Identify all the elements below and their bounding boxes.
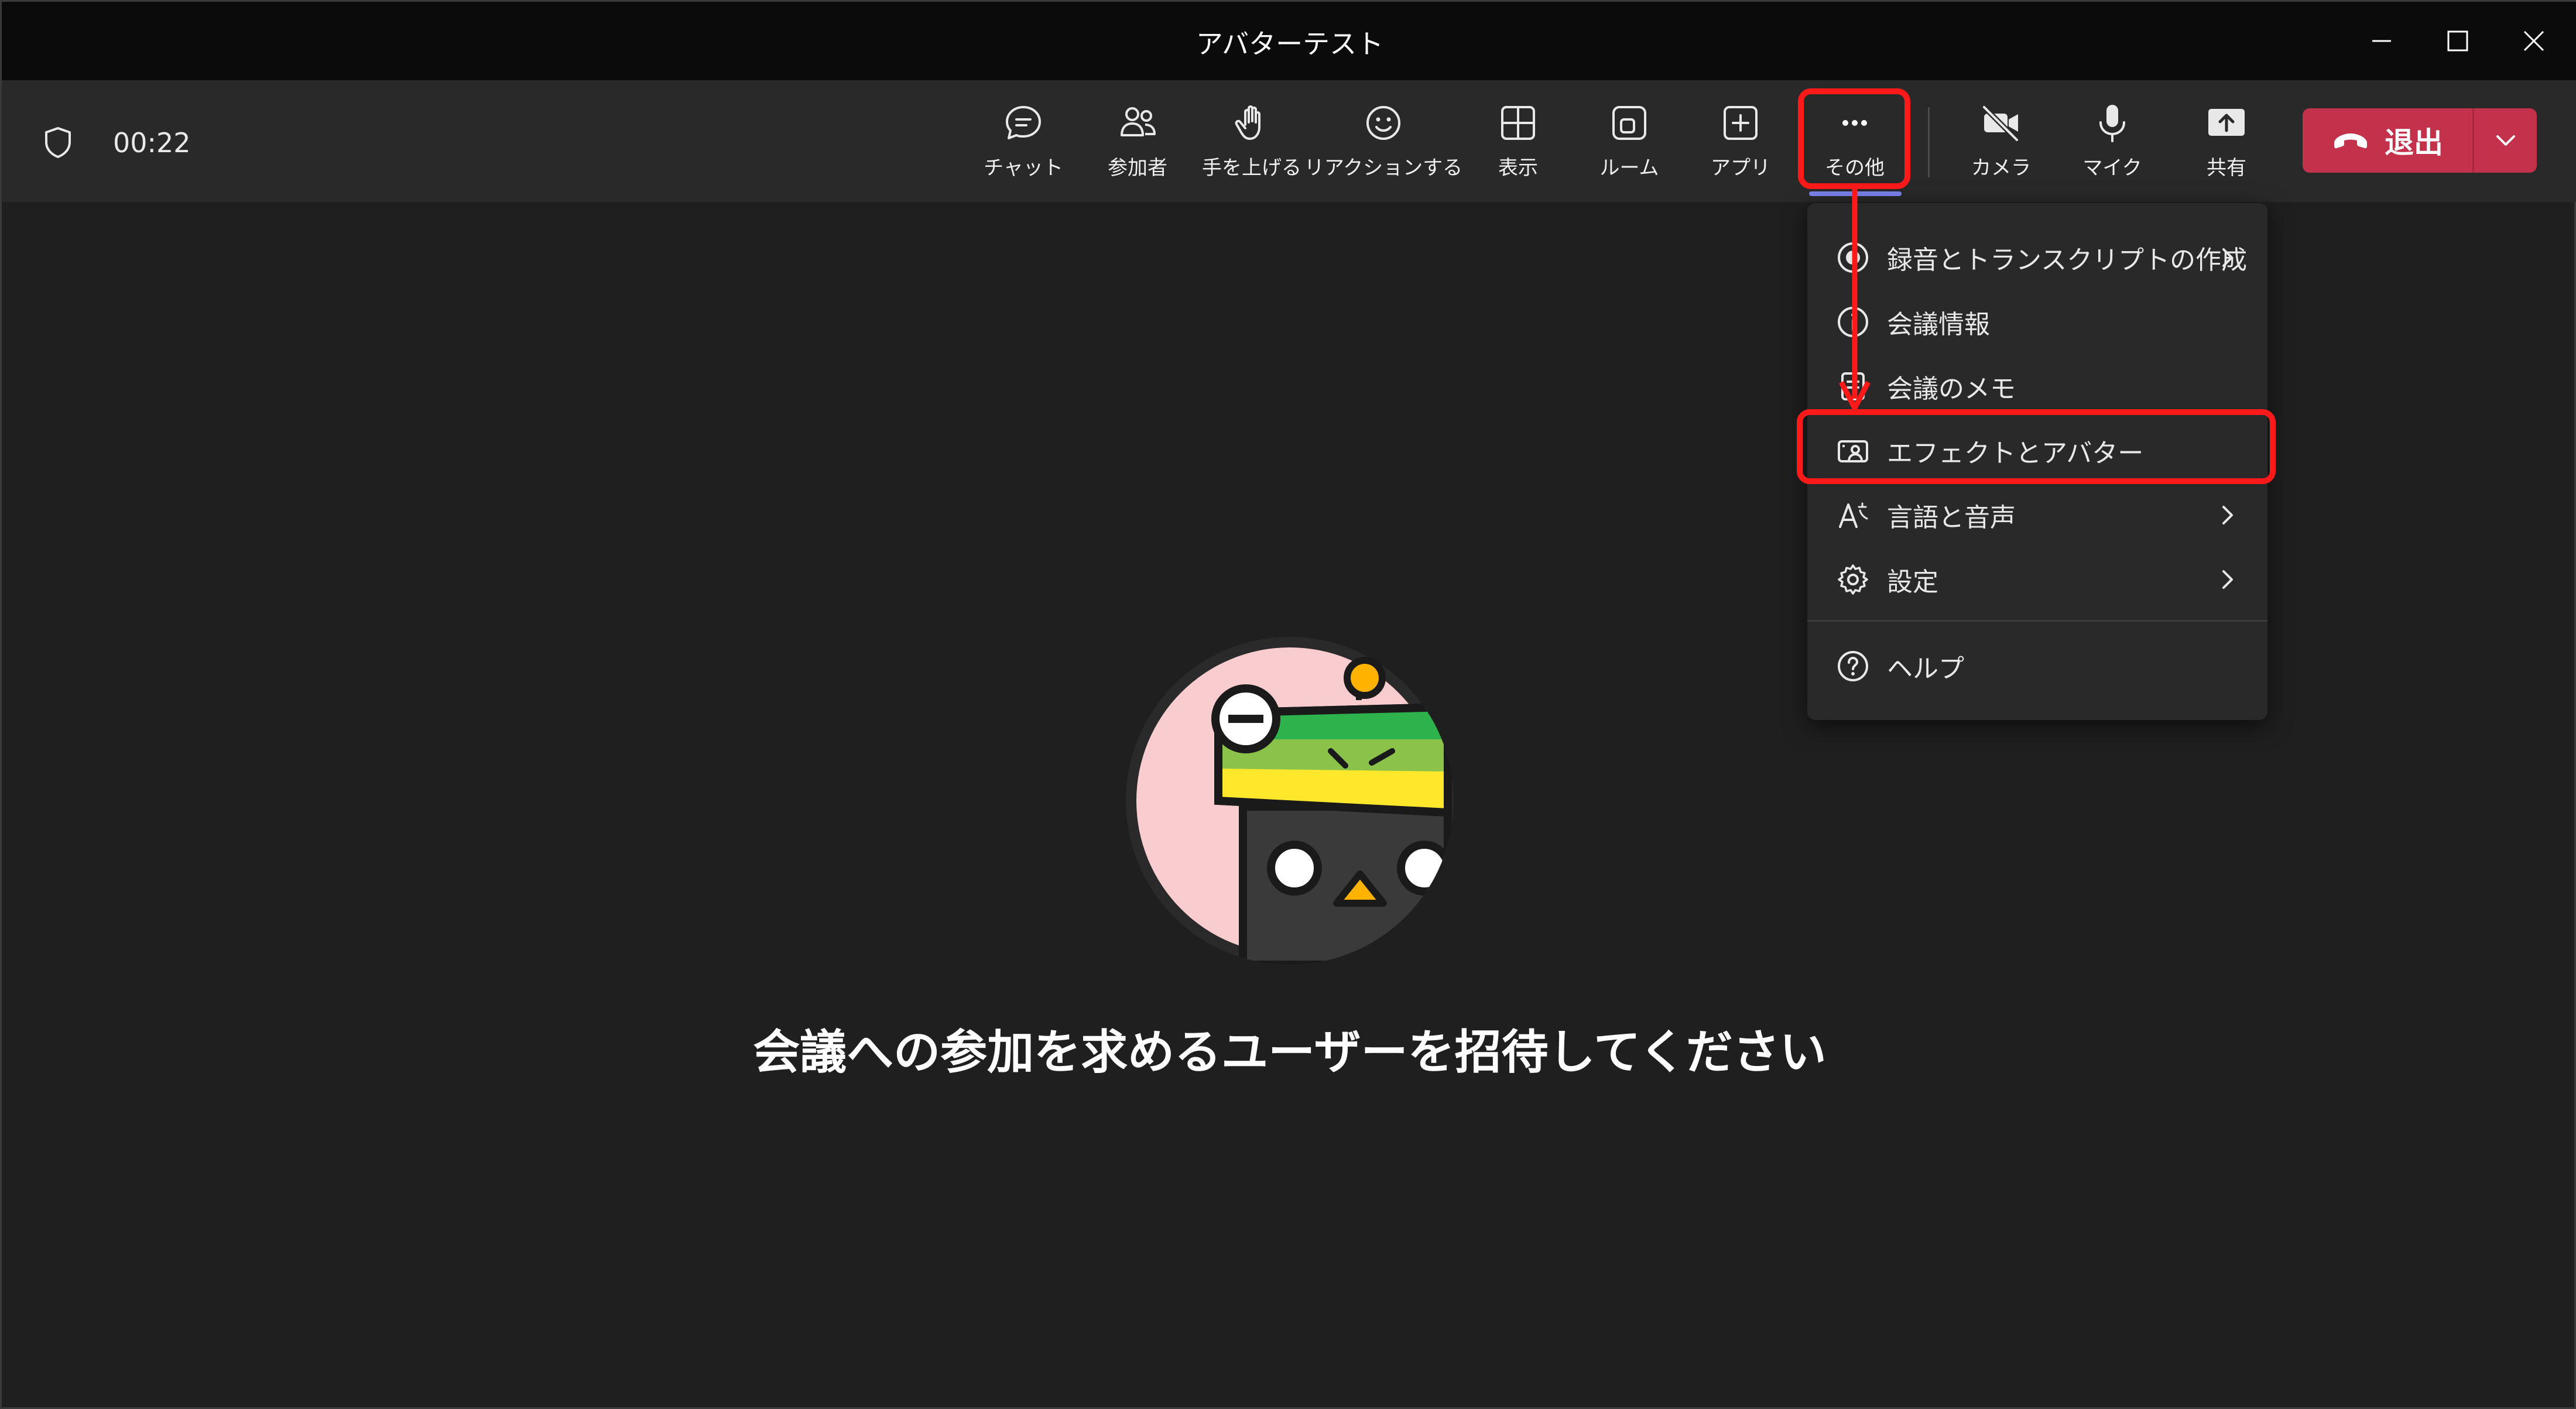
menu-item-label: 言語と音声 — [1887, 503, 2016, 533]
title-bar: アバターテスト — [2, 2, 2576, 80]
leave-button[interactable]: 退出 — [2303, 108, 2472, 173]
close-button[interactable] — [2496, 2, 2572, 80]
apps-label: アプリ — [1711, 156, 1770, 180]
minimize-icon — [2372, 40, 2391, 42]
menu-item-label: 録音とトランスクリプトの作成 — [1887, 245, 2248, 275]
menu-divider — [1807, 620, 2267, 622]
add-app-icon — [1724, 106, 1758, 140]
share-button[interactable]: 共有 — [2191, 98, 2262, 191]
people-icon — [1121, 107, 1156, 136]
view-label: 表示 — [1498, 156, 1538, 180]
menu-item-label: ヘルプ — [1887, 654, 1964, 684]
participants-label: 参加者 — [1108, 156, 1167, 180]
share-icon — [2208, 109, 2245, 136]
toolbar-divider — [1928, 107, 1930, 177]
maximize-button[interactable] — [2420, 2, 2496, 80]
menu-item-label: 会議情報 — [1887, 310, 1990, 340]
rooms-icon — [1612, 106, 1646, 140]
share-label: 共有 — [2207, 156, 2246, 180]
chevron-right-icon — [2222, 570, 2233, 589]
raise-hand-label: 手を上げる — [1202, 156, 1301, 180]
menu-item-meeting-info[interactable]: 会議情報 — [1807, 290, 2267, 354]
raise-hand-button[interactable]: 手を上げる — [1202, 98, 1301, 191]
rooms-button[interactable]: ルーム — [1594, 98, 1664, 191]
window-title: アバターテスト — [1195, 28, 1384, 60]
highlight-more-button — [1798, 88, 1910, 189]
menu-item-record-transcribe[interactable]: 録音とトランスクリプトの作成 — [1807, 225, 2267, 290]
leave-label: 退出 — [2385, 126, 2443, 160]
reactions-label: リアクションする — [1304, 156, 1463, 180]
highlight-effects-avatars — [1797, 409, 2276, 484]
camera-button[interactable]: カメラ — [1966, 98, 2036, 191]
raise-hand-icon — [1235, 105, 1260, 140]
call-timer: 00:22 — [113, 127, 191, 159]
camera-label: カメラ — [1971, 156, 2031, 180]
menu-item-language-speech[interactable]: 言語と音声 — [1807, 483, 2267, 547]
menu-item-settings[interactable]: 設定 — [1807, 547, 2267, 612]
invite-message: 会議への参加を求めるユーザーを招待してください — [753, 1025, 1827, 1079]
microphone-icon — [2099, 105, 2125, 142]
hang-up-icon — [2334, 133, 2367, 149]
smile-icon — [1366, 106, 1400, 140]
shield-icon[interactable] — [40, 125, 76, 160]
leave-button-group: 退出 — [2303, 108, 2537, 173]
menu-item-label: 会議のメモ — [1887, 374, 2016, 404]
reactions-button[interactable]: リアクションする — [1304, 98, 1462, 191]
grid-icon — [1501, 106, 1535, 140]
chevron-down-icon — [2496, 135, 2515, 146]
view-button[interactable]: 表示 — [1483, 98, 1553, 191]
chevron-right-icon — [2222, 506, 2233, 524]
language-icon — [1839, 502, 1868, 528]
teams-meeting-window: アバターテスト 00:22 チャット 参加者 手を上げる リアクションする 表示… — [0, 0, 2576, 1409]
camera-off-icon — [1982, 105, 2019, 142]
menu-item-help[interactable]: ヘルプ — [1807, 634, 2267, 698]
chat-label: チャット — [984, 156, 1063, 180]
minimize-button[interactable] — [2344, 2, 2420, 80]
microphone-button[interactable]: マイク — [2077, 98, 2147, 191]
maximize-icon — [2447, 30, 2468, 52]
meeting-toolbar: 00:22 チャット 参加者 手を上げる リアクションする 表示 ルーム アプリ… — [2, 80, 2576, 202]
user-avatar — [1126, 637, 1454, 965]
chat-button[interactable]: チャット — [984, 98, 1063, 191]
microphone-label: マイク — [2082, 156, 2142, 180]
leave-options-button[interactable] — [2474, 108, 2537, 173]
participants-button[interactable]: 参加者 — [1102, 98, 1173, 191]
close-icon — [2523, 30, 2544, 52]
chevron-right-icon — [2222, 248, 2233, 267]
chat-icon — [1006, 106, 1041, 139]
menu-item-label: 設定 — [1887, 567, 1938, 597]
rooms-label: ルーム — [1599, 156, 1659, 180]
apps-button[interactable]: アプリ — [1705, 98, 1776, 191]
gear-icon — [1838, 564, 1868, 595]
annotation-arrow — [1839, 188, 1871, 411]
help-icon — [1838, 651, 1868, 681]
